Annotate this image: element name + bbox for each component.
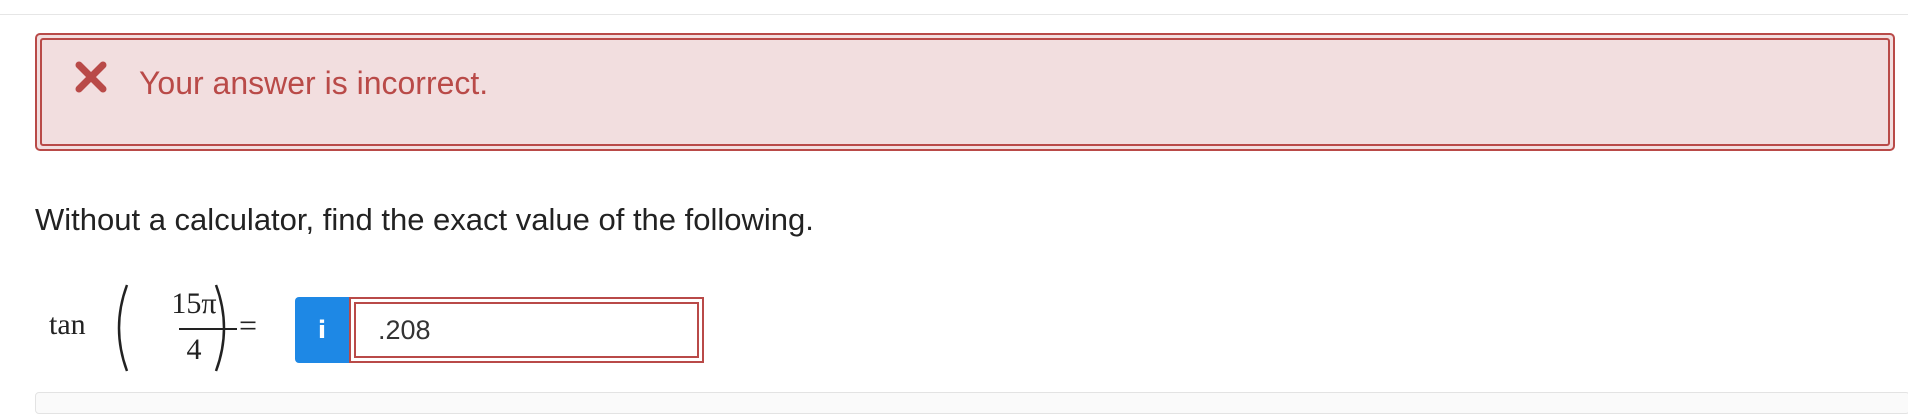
feedback-alert: Your answer is incorrect. <box>35 33 1895 151</box>
right-paren <box>214 284 226 372</box>
left-paren <box>117 284 129 372</box>
answer-field-frame <box>349 297 704 363</box>
question-prompt: Without a calculator, find the exact val… <box>35 202 814 237</box>
close-x-icon <box>75 61 107 93</box>
answer-input[interactable] <box>354 302 699 358</box>
top-divider <box>0 14 1908 15</box>
bottom-panel <box>35 392 1908 414</box>
info-button[interactable]: i <box>295 297 349 363</box>
info-icon: i <box>317 316 327 344</box>
function-name: tan <box>49 308 86 341</box>
equals-sign: = <box>239 307 258 343</box>
feedback-message: Your answer is incorrect. <box>139 65 489 101</box>
